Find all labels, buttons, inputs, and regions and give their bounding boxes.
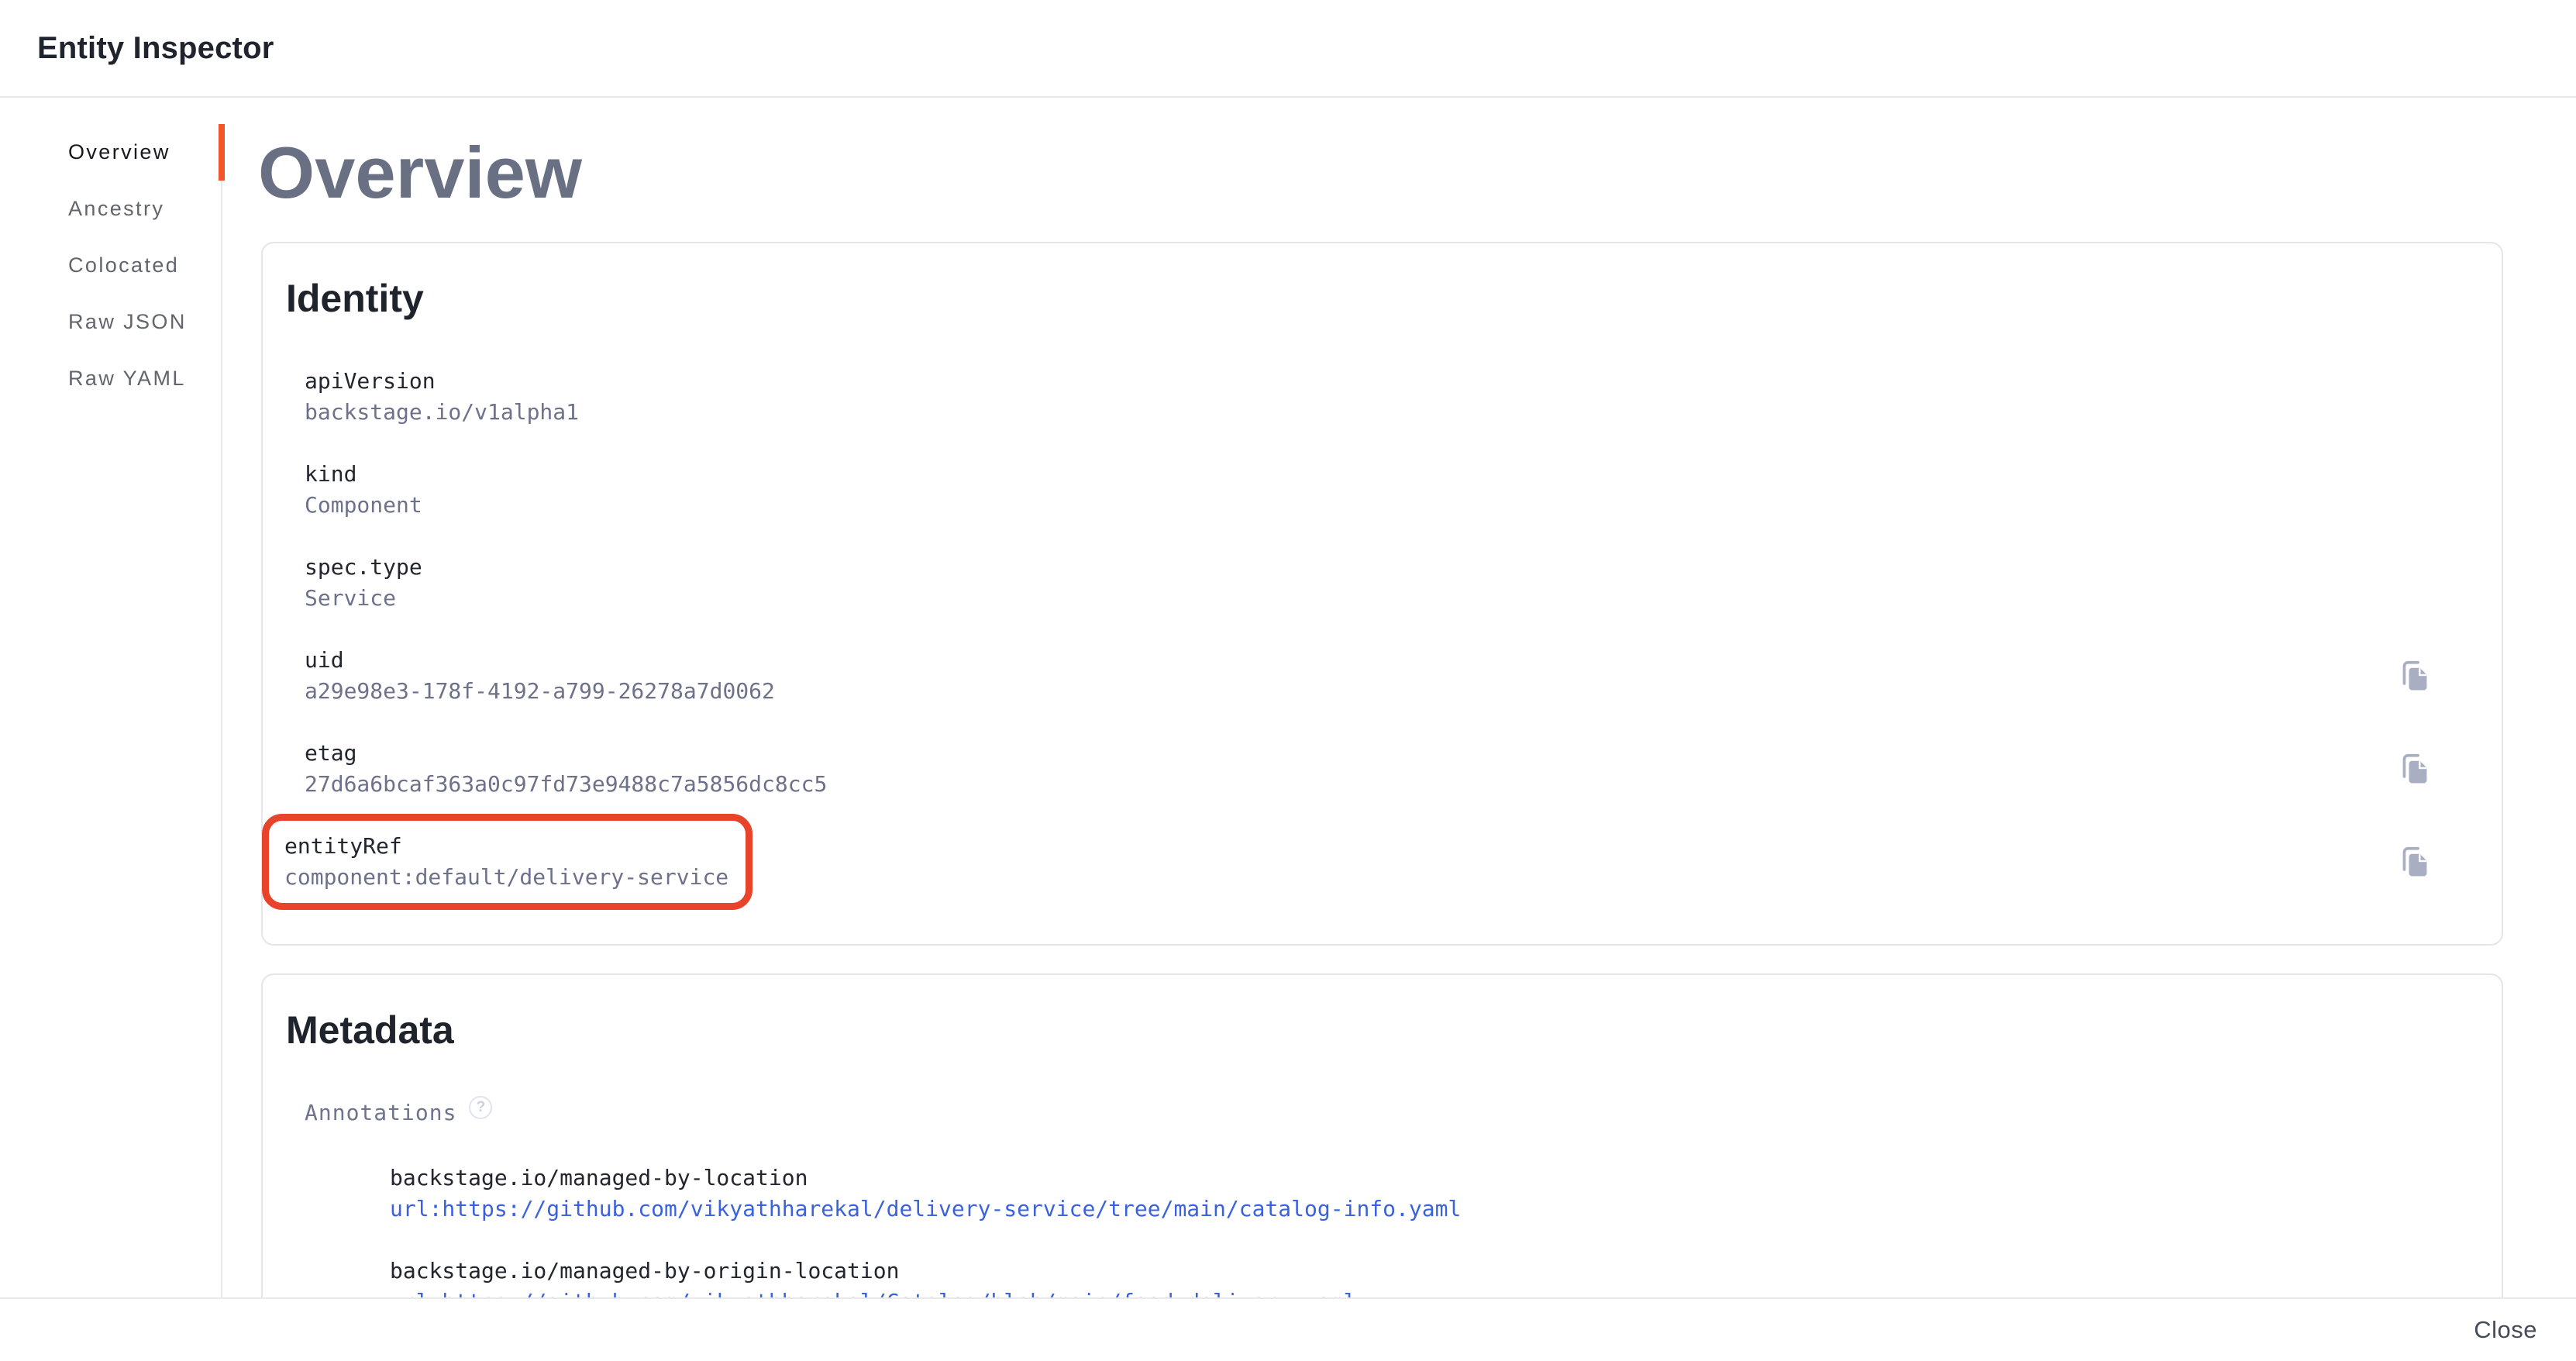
field-row-uid: uid a29e98e3-178f-4192-a799-26278a7d0062 — [284, 645, 2433, 707]
annotation-key: backstage.io/managed-by-location — [390, 1163, 2433, 1194]
field-value: Component — [305, 490, 2433, 521]
field-label: spec.type — [305, 552, 2433, 583]
help-icon[interactable]: ? — [469, 1096, 492, 1119]
sidebar-item-raw-json[interactable]: Raw JSON — [0, 294, 222, 350]
field-row-entityref: entityRef component:default/delivery-ser… — [284, 831, 2433, 893]
active-tab-indicator — [219, 124, 225, 181]
field-label: entityRef — [284, 831, 728, 862]
field-value: a29e98e3-178f-4192-a799-26278a7d0062 — [305, 676, 775, 707]
copy-icon — [2398, 845, 2432, 879]
annotation-value-link[interactable]: url:https://github.com/vikyathharekal/Ca… — [390, 1287, 1356, 1297]
copy-etag-button[interactable] — [2396, 750, 2433, 787]
close-button[interactable]: Close — [2469, 1308, 2542, 1352]
field-etag: etag 27d6a6bcaf363a0c97fd73e9488c7a5856d… — [305, 738, 827, 800]
dialog-header: Entity Inspector — [0, 0, 2576, 98]
entity-ref-highlight: entityRef component:default/delivery-ser… — [262, 814, 752, 910]
field-value: backstage.io/v1alpha1 — [305, 397, 2433, 428]
annotation-entry: backstage.io/managed-by-origin-location … — [390, 1256, 2433, 1297]
copy-uid-button[interactable] — [2396, 657, 2433, 694]
inspector-content: Overview Identity apiVersion backstage.i… — [222, 98, 2576, 1297]
dialog-footer: Close — [0, 1297, 2576, 1361]
sidebar-item-overview[interactable]: Overview — [0, 124, 222, 181]
identity-heading: Identity — [286, 276, 2433, 321]
dialog-title: Entity Inspector — [37, 31, 274, 66]
annotation-list: backstage.io/managed-by-location url:htt… — [390, 1163, 2433, 1297]
field-value: 27d6a6bcaf363a0c97fd73e9488c7a5856dc8cc5 — [305, 769, 827, 800]
page-title: Overview — [258, 132, 2503, 214]
field-apiversion: apiVersion backstage.io/v1alpha1 — [305, 366, 2433, 428]
annotations-label-row: Annotations ? — [305, 1097, 2433, 1128]
field-label: uid — [305, 645, 775, 676]
sidebar-item-raw-yaml[interactable]: Raw YAML — [0, 350, 222, 407]
metadata-card: Metadata Annotations ? backstage.io/mana… — [261, 973, 2503, 1297]
field-kind: kind Component — [305, 459, 2433, 521]
copy-icon — [2398, 752, 2432, 786]
copy-icon — [2398, 659, 2432, 693]
field-spec-type: spec.type Service — [305, 552, 2433, 614]
entity-inspector-dialog: Entity Inspector Overview Ancestry Coloc… — [0, 0, 2576, 1361]
annotation-value-link[interactable]: url:https://github.com/vikyathharekal/de… — [390, 1194, 1461, 1225]
field-label: etag — [305, 738, 827, 769]
sidebar-item-ancestry[interactable]: Ancestry — [0, 181, 222, 237]
annotation-key: backstage.io/managed-by-origin-location — [390, 1256, 2433, 1287]
sidebar-item-label: Overview — [68, 140, 170, 164]
field-value: component:default/delivery-service — [284, 862, 728, 893]
sidebar-item-label: Colocated — [68, 253, 179, 277]
annotation-entry: backstage.io/managed-by-location url:htt… — [390, 1163, 2433, 1225]
sidebar-item-label: Raw YAML — [68, 367, 186, 391]
sidebar-item-label: Ancestry — [68, 197, 164, 221]
field-uid: uid a29e98e3-178f-4192-a799-26278a7d0062 — [305, 645, 775, 707]
metadata-heading: Metadata — [286, 1008, 2433, 1053]
inspector-sidebar: Overview Ancestry Colocated Raw JSON Raw… — [0, 98, 222, 1297]
sidebar-item-label: Raw JSON — [68, 310, 187, 334]
identity-card: Identity apiVersion backstage.io/v1alpha… — [261, 242, 2503, 946]
field-label: kind — [305, 459, 2433, 490]
annotations-label: Annotations — [305, 1097, 456, 1128]
copy-entityref-button[interactable] — [2396, 843, 2433, 880]
field-entityref: entityRef component:default/delivery-ser… — [284, 831, 728, 893]
dialog-body: Overview Ancestry Colocated Raw JSON Raw… — [0, 98, 2576, 1297]
field-value: Service — [305, 583, 2433, 614]
field-label: apiVersion — [305, 366, 2433, 397]
field-row-etag: etag 27d6a6bcaf363a0c97fd73e9488c7a5856d… — [284, 738, 2433, 800]
sidebar-item-colocated[interactable]: Colocated — [0, 237, 222, 294]
